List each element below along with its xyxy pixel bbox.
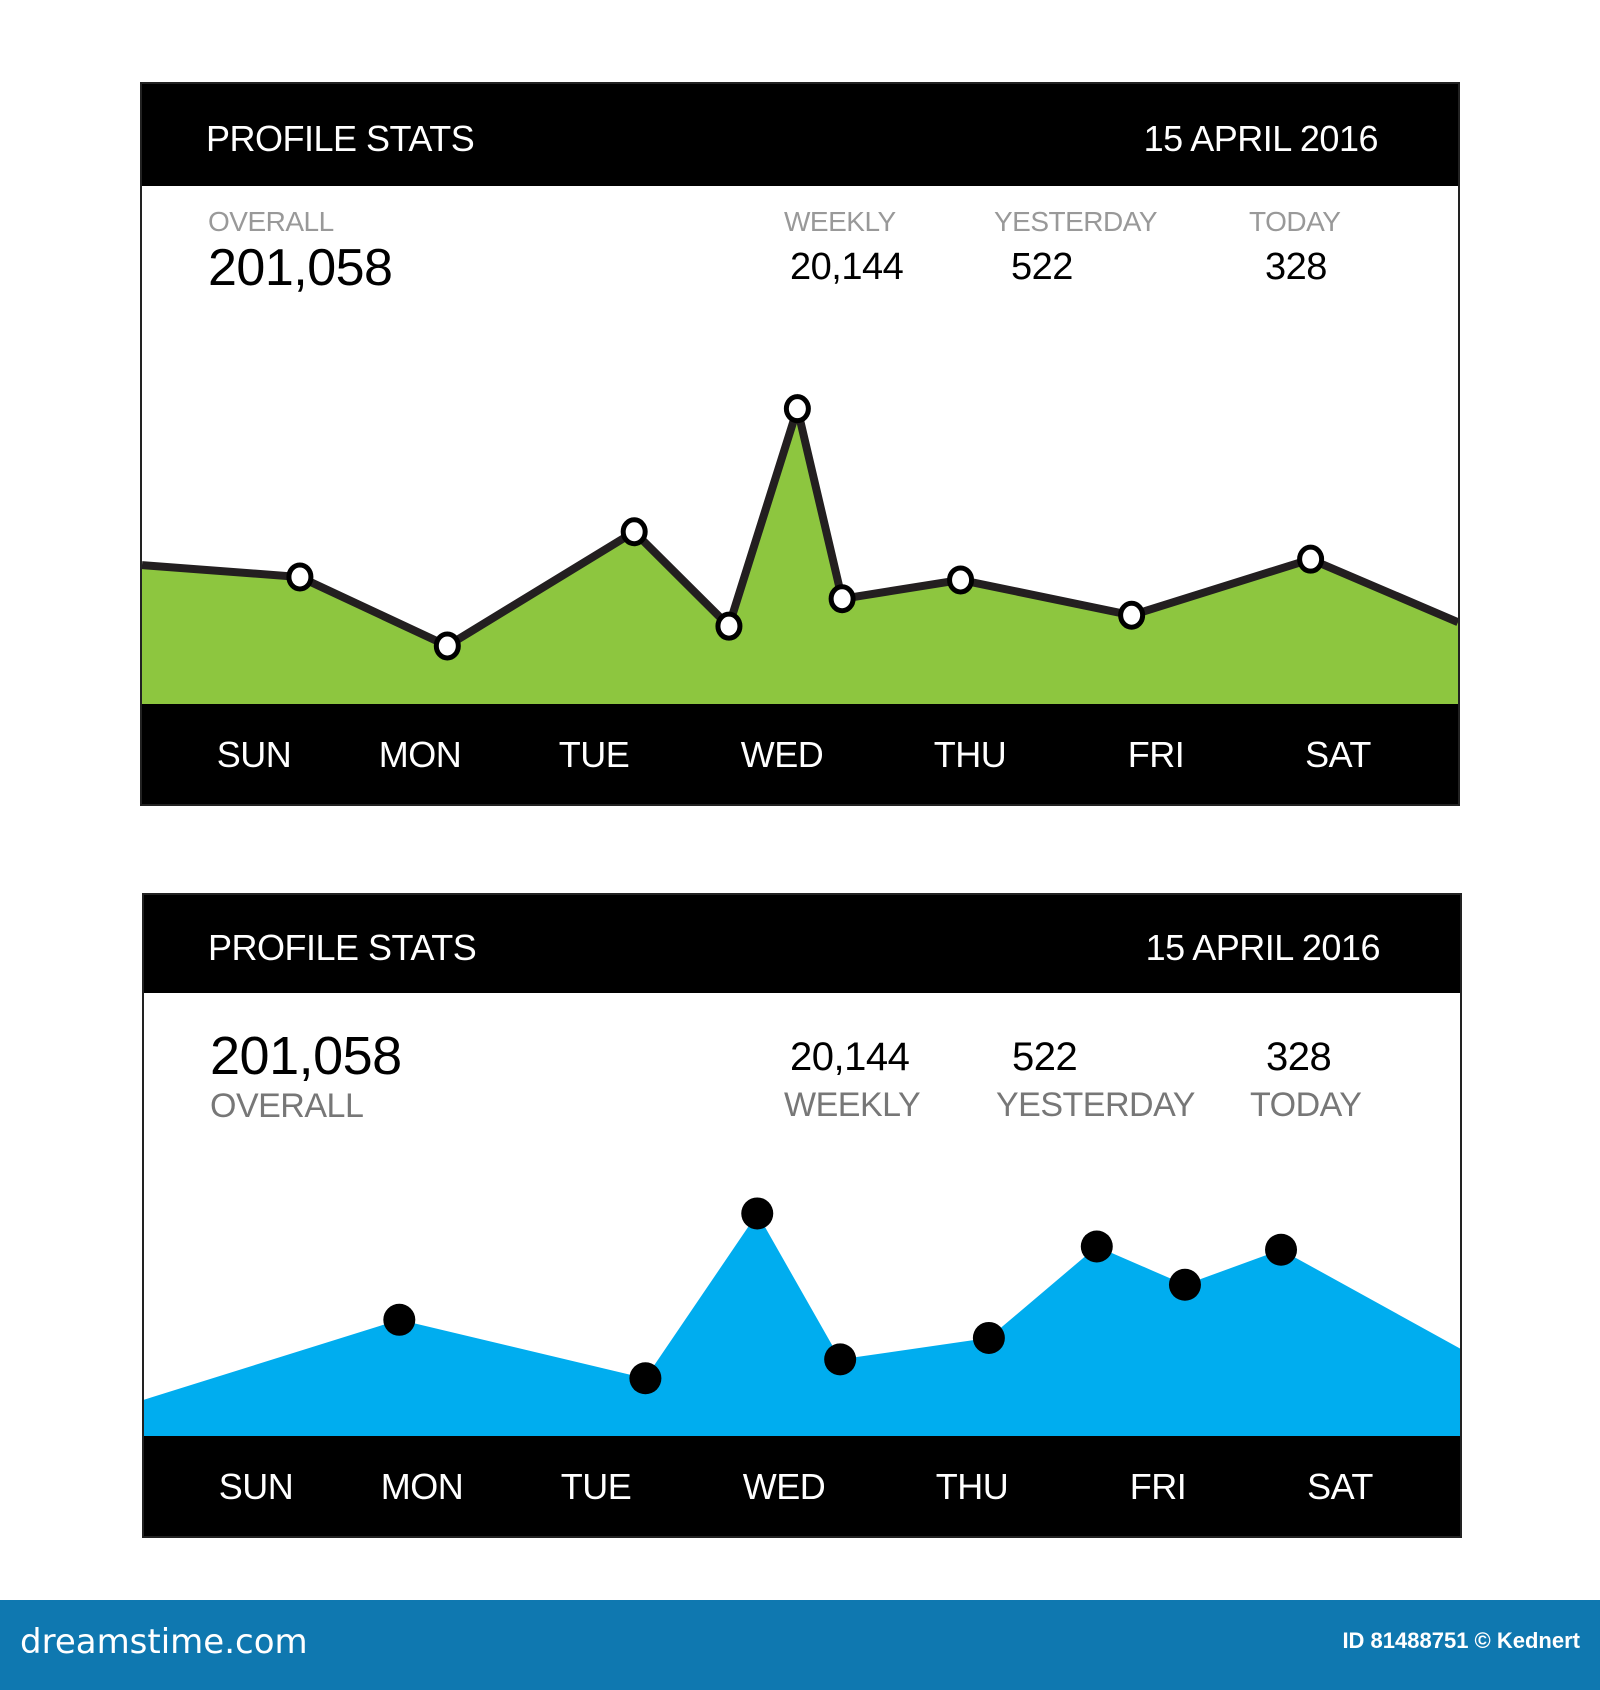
stat-overall: OVERALL 201,058 xyxy=(208,206,393,298)
brand-logo[interactable]: dreamstime.com xyxy=(20,1622,308,1662)
card-title: PROFILE STATS xyxy=(206,118,475,159)
day-label-sun: SUN xyxy=(216,734,292,775)
data-point-marker xyxy=(620,517,648,547)
stat-overall: 201,058 OVERALL xyxy=(210,1025,402,1126)
day-label-sat: SAT xyxy=(1307,1466,1373,1507)
stat-yesterday: 522 YESTERDAY xyxy=(996,1035,1195,1125)
stat-weekly: WEEKLY 20,144 xyxy=(784,206,904,289)
stat-label: YESTERDAY xyxy=(994,206,1158,237)
area-chart-green xyxy=(142,393,1458,706)
data-point-marker xyxy=(1297,544,1325,574)
stat-today: 328 TODAY xyxy=(1250,1035,1362,1125)
stat-value: 201,058 xyxy=(210,1026,402,1086)
stat-value: 20,144 xyxy=(790,246,904,288)
area-chart-blue xyxy=(144,1197,1460,1439)
data-point-marker xyxy=(824,1343,857,1376)
data-point-marker xyxy=(1118,600,1146,630)
day-label-sun: SUN xyxy=(218,1466,294,1507)
stat-label: YESTERDAY xyxy=(996,1086,1195,1124)
data-point-marker xyxy=(715,611,743,641)
data-point-marker xyxy=(783,394,811,424)
stat-value: 20,144 xyxy=(790,1035,910,1079)
day-label-wed: WED xyxy=(740,734,824,775)
data-point-marker xyxy=(1168,1268,1201,1301)
data-point-marker xyxy=(741,1197,774,1230)
day-label-thu: THU xyxy=(933,734,1007,775)
data-point-marker xyxy=(828,584,856,614)
area-fill xyxy=(144,1213,1460,1439)
profile-stats-card-green: PROFILE STATS 15 APRIL 2016 OVERALL 201,… xyxy=(140,82,1460,806)
data-point-marker xyxy=(1080,1230,1113,1263)
data-point-marker xyxy=(629,1362,662,1395)
card-date: 15 APRIL 2016 xyxy=(1143,118,1379,159)
stat-label: OVERALL xyxy=(208,206,334,237)
data-point-marker xyxy=(433,631,461,661)
data-point-marker xyxy=(947,565,975,595)
stat-weekly: 20,144 WEEKLY xyxy=(784,1035,921,1125)
stat-label: WEEKLY xyxy=(784,1086,921,1124)
day-label-mon: MON xyxy=(380,1466,464,1507)
day-axis: SUN MON TUE WED THU FRI SAT xyxy=(142,704,1458,804)
stat-label: TODAY xyxy=(1250,1086,1362,1124)
stat-value: 522 xyxy=(1011,246,1073,288)
day-label-sat: SAT xyxy=(1305,734,1371,775)
stat-value: 522 xyxy=(1012,1035,1078,1079)
data-point-marker xyxy=(1265,1233,1298,1266)
footer-bar: dreamstime.com ID 81488751 © Kednert xyxy=(0,1600,1600,1690)
card-header: PROFILE STATS 15 APRIL 2016 xyxy=(144,895,1460,993)
card-header: PROFILE STATS 15 APRIL 2016 xyxy=(142,84,1458,186)
day-label-fri: FRI xyxy=(1127,734,1185,775)
stat-value: 328 xyxy=(1265,246,1327,288)
day-label-mon: MON xyxy=(378,734,462,775)
profile-stats-card-blue: PROFILE STATS 15 APRIL 2016 201,058 OVER… xyxy=(142,893,1462,1538)
data-point-marker xyxy=(383,1303,416,1336)
card-date: 15 APRIL 2016 xyxy=(1145,927,1381,968)
image-credit: ID 81488751 © Kednert xyxy=(1342,1628,1580,1653)
area-fill xyxy=(142,408,1458,706)
day-label-fri: FRI xyxy=(1129,1466,1187,1507)
stat-today: TODAY 328 xyxy=(1249,206,1341,289)
day-label-tue: TUE xyxy=(560,1466,632,1507)
stat-value: 328 xyxy=(1266,1035,1332,1079)
card-title: PROFILE STATS xyxy=(208,927,477,968)
data-point-marker xyxy=(972,1321,1005,1354)
day-label-tue: TUE xyxy=(558,734,630,775)
stat-label: WEEKLY xyxy=(784,206,896,237)
data-point-marker xyxy=(286,562,314,592)
stat-label: TODAY xyxy=(1249,206,1341,237)
day-axis: SUN MON TUE WED THU FRI SAT xyxy=(144,1436,1460,1536)
day-label-thu: THU xyxy=(935,1466,1009,1507)
stat-value: 201,058 xyxy=(208,239,393,297)
stat-yesterday: YESTERDAY 522 xyxy=(994,206,1158,289)
stat-label: OVERALL xyxy=(210,1087,364,1125)
day-label-wed: WED xyxy=(742,1466,826,1507)
